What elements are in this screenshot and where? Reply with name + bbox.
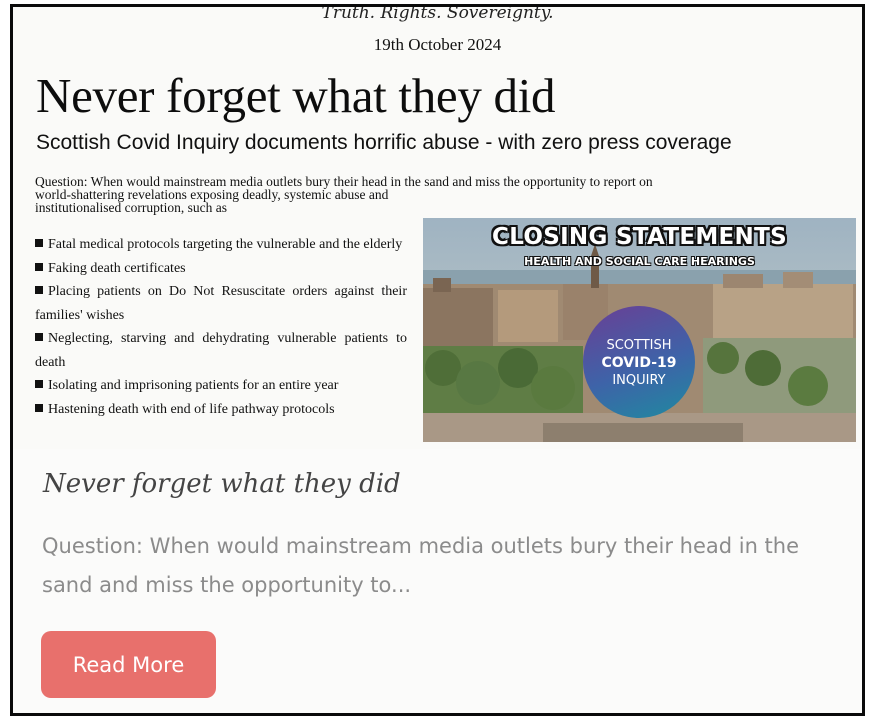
bullet-square-icon <box>35 403 43 412</box>
bullet-square-icon <box>35 286 43 294</box>
bullet-square-icon <box>35 380 43 388</box>
list-item: Fatal medical protocols targeting the vu… <box>35 233 407 257</box>
bullet-square-icon <box>35 262 43 271</box>
featured-image[interactable]: Truth. Rights. Sovereignty. 19th October… <box>13 7 862 449</box>
list-item: Placing patients on Do Not Resuscitate o… <box>35 284 407 323</box>
read-more-button[interactable]: Read More <box>41 631 216 698</box>
inquiry-logo: SCOTTISH COVID-19 INQUIRY <box>583 306 695 418</box>
inquiry-promo-image: CLOSING STATEMENTS HEALTH AND SOCIAL CAR… <box>423 218 856 442</box>
post-title[interactable]: Never forget what they did <box>43 469 401 499</box>
lead-line-2: world-shattering revelations exposing de… <box>35 187 389 215</box>
clipping-subheadline: Scottish Covid Inquiry documents horrifi… <box>36 131 732 154</box>
abuse-list: Fatal medical protocols targeting the vu… <box>35 233 407 421</box>
post-card: Truth. Rights. Sovereignty. 19th October… <box>10 4 865 716</box>
clipping-lead-paragraph: Question: When would mainstream media ou… <box>35 175 855 215</box>
clipping-headline: Never forget what they did <box>36 68 556 123</box>
post-excerpt: Question: When would mainstream media ou… <box>42 534 800 597</box>
list-item: Faking death certificates <box>35 257 407 281</box>
bullet-square-icon <box>35 333 43 341</box>
newspaper-motto: Truth. Rights. Sovereignty. <box>321 4 554 23</box>
promo-title: CLOSING STATEMENTS <box>492 224 787 250</box>
bullet-square-icon <box>35 239 43 247</box>
list-item: Isolating and imprisoning patients for a… <box>35 374 407 398</box>
article-date: 19th October 2024 <box>373 35 502 54</box>
list-item: Neglecting, starving and dehydrating vul… <box>35 331 407 370</box>
list-item: Hastening death with end of life pathway… <box>35 398 407 422</box>
promo-subtitle: HEALTH AND SOCIAL CARE HEARINGS <box>524 255 755 268</box>
